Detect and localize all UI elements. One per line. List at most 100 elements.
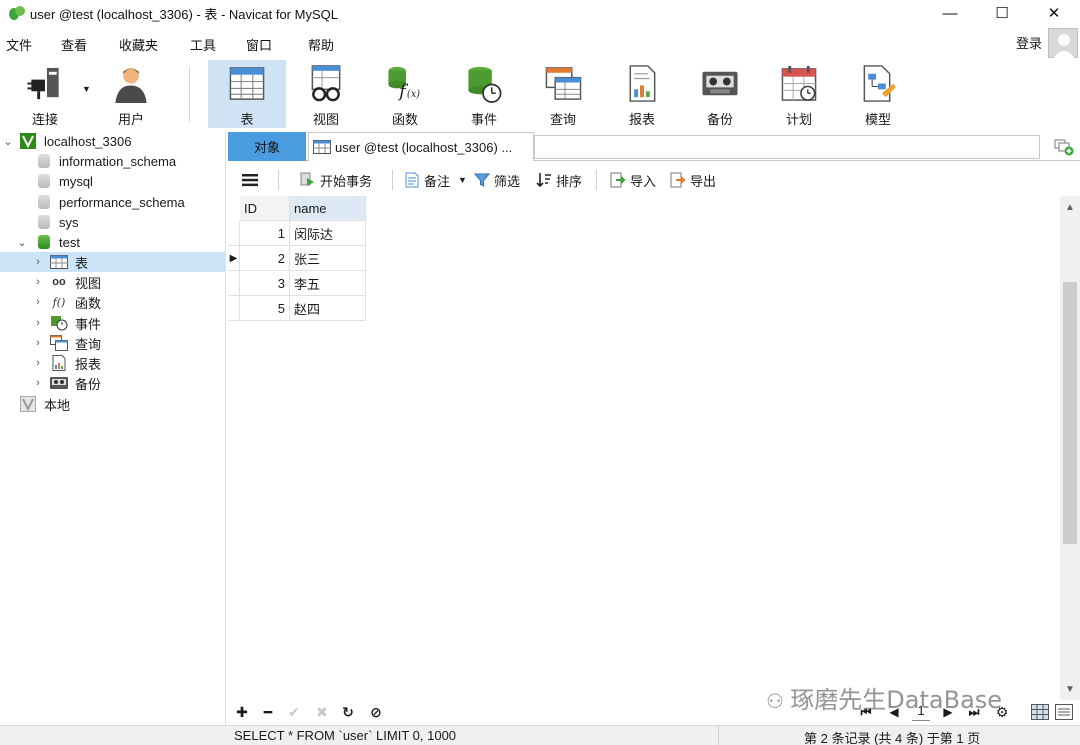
export-button[interactable]: 导出 — [670, 168, 716, 192]
tree-db-performance-schema[interactable]: performance_schema — [0, 192, 226, 212]
plus-icon: ✚ — [236, 703, 248, 720]
tree-node-queries[interactable]: › 查询 — [0, 333, 226, 353]
scroll-thumb[interactable] — [1063, 282, 1077, 544]
stop-button[interactable]: ⊘ — [366, 702, 386, 722]
new-tab-button[interactable] — [1052, 135, 1076, 159]
filter-button[interactable]: 筛选 — [474, 168, 520, 192]
scroll-up-arrow-icon[interactable]: ▲ — [1060, 198, 1080, 216]
refresh-icon: ↻ — [342, 703, 354, 720]
cell-id[interactable]: 1 — [240, 221, 290, 246]
dropdown-arrow-icon[interactable]: ▼ — [458, 175, 467, 185]
scroll-down-arrow-icon[interactable]: ▼ — [1060, 680, 1080, 698]
menu-file[interactable]: 文件 — [6, 35, 32, 54]
form-view-button[interactable] — [1054, 702, 1074, 722]
tool-view[interactable]: 视图 — [287, 60, 365, 128]
cell-id[interactable]: 3 — [240, 271, 290, 296]
chevron-right-icon[interactable]: › — [32, 256, 44, 268]
refresh-button[interactable]: ↻ — [338, 702, 358, 722]
tool-report[interactable]: 报表 — [603, 60, 681, 128]
row-marker[interactable] — [228, 221, 240, 246]
import-button[interactable]: 导入 — [610, 168, 656, 192]
chevron-down-icon[interactable]: ⌄ — [2, 135, 14, 148]
tool-backup[interactable]: 备份 — [681, 60, 759, 128]
tool-label: 事件 — [470, 112, 497, 127]
chevron-right-icon[interactable]: › — [32, 337, 44, 349]
chevron-right-icon[interactable]: › — [32, 296, 44, 308]
chevron-right-icon[interactable]: › — [32, 377, 44, 389]
maximize-button[interactable]: ☐ — [976, 0, 1028, 26]
apply-button[interactable]: ✔ — [284, 702, 304, 722]
watermark: ⚇ 琢磨先生DataBase — [766, 680, 1002, 715]
tree-connection-localhost[interactable]: ⌄ localhost_3306 — [0, 131, 226, 151]
sort-button[interactable]: 排序 — [536, 168, 582, 192]
delete-row-button[interactable]: ━ — [258, 702, 278, 722]
tree-node-tables[interactable]: › 表 — [0, 252, 226, 272]
begin-transaction-button[interactable]: 开始事务 — [300, 168, 372, 192]
cell-id[interactable]: 5 — [240, 296, 290, 321]
tree-node-functions[interactable]: › f() 函数 — [0, 292, 226, 312]
menu-favorites[interactable]: 收藏夹 — [119, 35, 158, 54]
column-header-id[interactable]: ID — [240, 196, 290, 221]
tool-user[interactable]: 用户 — [92, 60, 170, 128]
tree-local[interactable]: 本地 — [0, 394, 226, 414]
tree-db-sys[interactable]: sys — [0, 212, 226, 232]
tool-schedule[interactable]: 计划 — [760, 60, 838, 128]
tool-event[interactable]: 事件 — [445, 60, 523, 128]
menu-help[interactable]: 帮助 — [308, 35, 334, 54]
tool-label: 用户 — [117, 112, 144, 127]
menu-tools[interactable]: 工具 — [190, 35, 216, 54]
discard-button[interactable]: ✖ — [312, 702, 332, 722]
grid-view-icon — [1031, 704, 1049, 720]
chevron-right-icon[interactable]: › — [32, 317, 44, 329]
vertical-scrollbar[interactable]: ▲ ▼ — [1060, 196, 1080, 700]
tree-db-mysql[interactable]: mysql — [0, 171, 226, 191]
cell-name[interactable]: 张三 — [290, 246, 366, 271]
menu-view[interactable]: 查看 — [61, 35, 87, 54]
add-row-button[interactable]: ✚ — [232, 702, 252, 722]
memo-button[interactable]: 备注 ▼ — [404, 168, 467, 192]
row-marker[interactable] — [228, 296, 240, 321]
tool-query[interactable]: 查询 — [524, 60, 602, 128]
cell-name[interactable]: 李五 — [290, 271, 366, 296]
event-clock-icon — [468, 66, 502, 103]
column-header-name[interactable]: name — [290, 196, 366, 221]
close-button[interactable]: ✕ — [1028, 0, 1080, 26]
chevron-down-icon[interactable]: ⌄ — [16, 236, 28, 249]
cell-name[interactable]: 赵四 — [290, 296, 366, 321]
chevron-right-icon[interactable]: › — [32, 357, 44, 369]
chevron-right-icon[interactable]: › — [32, 276, 44, 288]
tree-db-information-schema[interactable]: information_schema — [0, 151, 226, 171]
export-icon — [670, 172, 686, 188]
row-marker[interactable] — [228, 271, 240, 296]
avatar[interactable] — [1048, 28, 1078, 59]
current-row-marker[interactable]: ▶ — [228, 246, 240, 271]
tree-node-views[interactable]: › oo 视图 — [0, 272, 226, 292]
connection-plug-icon — [27, 67, 59, 100]
event-clock-icon — [51, 316, 68, 331]
cell-id[interactable]: 2 — [240, 246, 290, 271]
tree-label: 事件 — [75, 316, 102, 332]
status-bar: SELECT * FROM `user` LIMIT 0, 1000 第 2 条… — [228, 725, 1080, 745]
tree-node-events[interactable]: › 事件 — [0, 313, 226, 333]
menu-window[interactable]: 窗口 — [246, 35, 272, 54]
cell-name[interactable]: 闵际达 — [290, 221, 366, 246]
tool-label: 备份 — [706, 112, 733, 127]
hamburger-menu-icon — [242, 174, 258, 187]
view-glasses-icon: oo — [52, 276, 66, 288]
dropdown-arrow-icon[interactable]: ▼ — [82, 84, 91, 94]
tree-db-test[interactable]: ⌄ test — [0, 232, 226, 252]
tool-connection[interactable]: 连接 — [6, 60, 84, 128]
tree-node-backups[interactable]: › 备份 — [0, 373, 226, 393]
query-table-icon — [50, 335, 68, 351]
grid-view-button[interactable] — [1030, 702, 1050, 722]
tree-node-reports[interactable]: › 报表 — [0, 353, 226, 373]
tab-user-table[interactable]: user @test (localhost_3306) ... — [308, 132, 534, 161]
tool-function[interactable]: f (x) 函数 — [366, 60, 444, 128]
login-link[interactable]: 登录 — [1016, 33, 1042, 52]
tool-model[interactable]: 模型 — [839, 60, 917, 128]
database-icon — [38, 215, 50, 229]
minimize-button[interactable]: — — [924, 0, 976, 26]
tab-objects[interactable]: 对象 — [228, 132, 306, 161]
tool-table[interactable]: 表 — [208, 60, 286, 128]
menu-toggle-button[interactable] — [242, 168, 258, 192]
